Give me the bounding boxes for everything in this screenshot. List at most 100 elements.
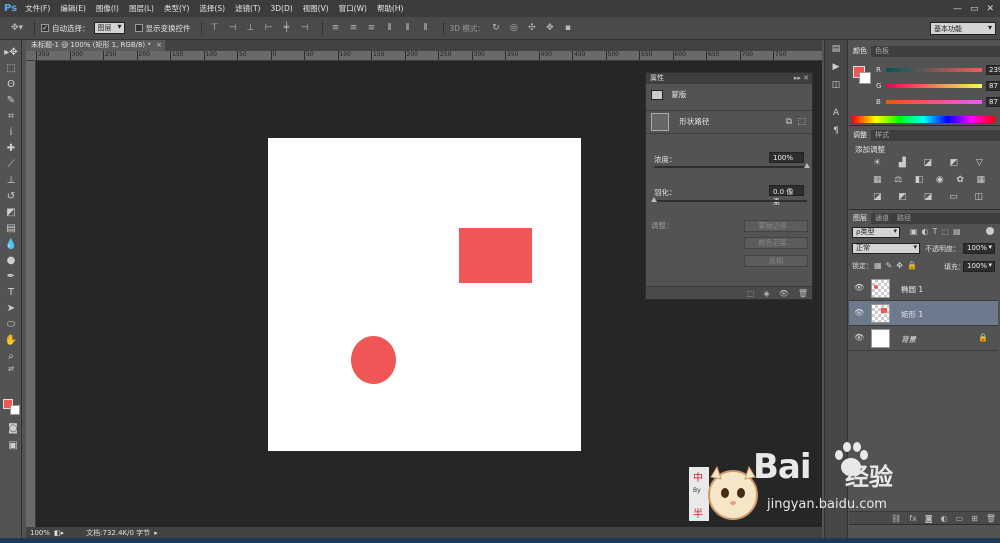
distribute-left-icon[interactable]: ⦀: [383, 22, 397, 34]
color-spectrum[interactable]: [852, 116, 995, 123]
character-panel-icon[interactable]: A: [828, 108, 844, 122]
3d-roll-icon[interactable]: ◎: [507, 22, 521, 34]
blue-input[interactable]: 87: [986, 97, 1000, 107]
feather-slider-handle[interactable]: [651, 197, 657, 202]
posterize-icon[interactable]: ◩: [898, 192, 907, 202]
blue-slider[interactable]: [886, 100, 982, 104]
tab-layers[interactable]: 图层: [849, 213, 871, 224]
document-canvas[interactable]: [268, 138, 581, 451]
hue-saturation-icon[interactable]: ▦: [873, 175, 882, 185]
menu-view[interactable]: 视图(V): [303, 3, 329, 14]
status-menu-icon[interactable]: ◧▸: [54, 529, 64, 537]
eyedropper-tool-icon[interactable]: ⅰ: [2, 124, 20, 140]
color-range-button[interactable]: 颜色范围…: [744, 237, 808, 249]
layer-filter-dropdown[interactable]: ρ类型: [852, 227, 900, 238]
ellipse-shape[interactable]: [351, 336, 396, 384]
curves-icon[interactable]: ◪: [924, 158, 933, 168]
align-top-icon[interactable]: ⊤: [208, 22, 222, 34]
quick-select-tool-icon[interactable]: ✎: [2, 92, 20, 108]
invert-adjust-icon[interactable]: ◪: [873, 192, 882, 202]
menu-type[interactable]: 类型(Y): [164, 3, 189, 14]
add-vector-mask-icon[interactable]: ⬚: [797, 117, 806, 127]
vector-mask-thumbnail[interactable]: [651, 113, 669, 131]
black-white-icon[interactable]: ◧: [915, 175, 924, 185]
menu-file[interactable]: 文件(F): [25, 3, 50, 14]
visibility-eye-icon[interactable]: 👁: [854, 283, 864, 292]
mask-edge-button[interactable]: 蒙版边缘…: [744, 220, 808, 232]
filter-toggle-icon[interactable]: [986, 227, 994, 235]
document-close-icon[interactable]: ×: [156, 40, 162, 51]
paragraph-panel-icon[interactable]: ¶: [828, 126, 844, 140]
3d-drag-icon[interactable]: ✣: [525, 22, 539, 34]
apply-mask-icon[interactable]: ◈: [764, 289, 770, 298]
brush-tool-icon[interactable]: ⟋: [2, 156, 20, 172]
exposure-icon[interactable]: ◩: [950, 158, 959, 168]
auto-select-checkbox[interactable]: ✓: [41, 24, 49, 32]
fill-input[interactable]: 100%: [963, 261, 995, 272]
align-vcenter-icon[interactable]: ⊣: [226, 22, 240, 34]
color-lookup-icon[interactable]: ▦: [976, 175, 985, 185]
history-panel-icon[interactable]: ▤: [828, 44, 844, 58]
green-input[interactable]: 87: [986, 81, 1000, 91]
marquee-tool-icon[interactable]: ⬚: [2, 60, 20, 76]
photo-filter-icon[interactable]: ◉: [936, 175, 944, 185]
menu-edit[interactable]: 编辑(E): [60, 3, 86, 14]
pen-tool-icon[interactable]: ✒: [2, 268, 20, 284]
hand-tool-icon[interactable]: ✋: [2, 332, 20, 348]
color-background-swatch[interactable]: [859, 72, 871, 84]
eraser-tool-icon[interactable]: ◩: [2, 204, 20, 220]
layer-name[interactable]: 背景: [901, 334, 916, 345]
close-button[interactable]: ✕: [986, 4, 994, 14]
screen-mode-icon[interactable]: ▣: [4, 437, 22, 453]
invert-button[interactable]: 反相: [744, 255, 808, 267]
distribute-right-icon[interactable]: ⦀: [419, 22, 433, 34]
maximize-button[interactable]: ▭: [970, 4, 979, 14]
load-selection-icon[interactable]: ⬚: [747, 289, 755, 298]
status-arrow-icon[interactable]: ▸: [154, 529, 158, 537]
vibrance-icon[interactable]: ▽: [976, 158, 983, 168]
tab-channels[interactable]: 通道: [871, 213, 893, 224]
blur-tool-icon[interactable]: 💧: [2, 236, 20, 252]
type-tool-icon[interactable]: T: [2, 284, 20, 300]
tab-paths[interactable]: 路径: [893, 213, 915, 224]
align-hcenter-icon[interactable]: ╪: [280, 22, 294, 34]
green-slider[interactable]: [886, 84, 982, 88]
move-tool-icon[interactable]: ▸✥: [2, 44, 20, 60]
align-right-icon[interactable]: ⊣: [298, 22, 312, 34]
history-brush-tool-icon[interactable]: ↺: [2, 188, 20, 204]
menu-filter[interactable]: 滤镜(T): [235, 3, 260, 14]
clone-stamp-tool-icon[interactable]: ⊥: [2, 172, 20, 188]
blend-mode-dropdown[interactable]: 正常: [852, 243, 920, 254]
layer-name[interactable]: 矩形 1: [901, 309, 923, 320]
layer-row[interactable]: 👁 背景 🔒: [849, 326, 998, 351]
new-layer-icon[interactable]: ⊞: [971, 514, 978, 523]
gradient-tool-icon[interactable]: ▤: [2, 220, 20, 236]
color-balance-icon[interactable]: ⚖: [894, 175, 902, 185]
3d-slide-icon[interactable]: ✥: [543, 22, 557, 34]
selective-color-icon[interactable]: ◫: [974, 192, 983, 202]
menu-window[interactable]: 窗口(W): [339, 3, 367, 14]
align-left-icon[interactable]: ⊢: [262, 22, 276, 34]
panel-collapse-icon[interactable]: ▸▸ ✕: [794, 73, 809, 84]
new-group-icon[interactable]: ▭: [956, 514, 964, 523]
levels-icon[interactable]: ▟: [899, 158, 906, 168]
properties-panel-icon[interactable]: ◫: [828, 80, 844, 94]
gradient-map-icon[interactable]: ▭: [949, 192, 958, 202]
swap-colors-icon[interactable]: ⇄: [2, 364, 20, 374]
layer-row-selected[interactable]: 👁 矩形 1: [849, 301, 998, 326]
toggle-mask-visibility-icon[interactable]: 👁: [779, 289, 789, 298]
quick-mask-icon[interactable]: ◙: [4, 420, 22, 436]
threshold-icon[interactable]: ◪: [924, 192, 933, 202]
visibility-eye-icon[interactable]: 👁: [854, 333, 864, 342]
zoom-level[interactable]: 100%: [30, 529, 50, 537]
ellipse-tool-icon[interactable]: ⬭: [2, 316, 20, 332]
zoom-tool-icon[interactable]: ⌕: [2, 348, 20, 364]
feather-input[interactable]: 0.0 像素: [769, 185, 804, 206]
density-input[interactable]: 100%: [769, 152, 804, 163]
opacity-input[interactable]: 100%: [963, 243, 995, 254]
distribute-vcenter-icon[interactable]: ≡: [347, 22, 361, 34]
add-pixel-mask-icon[interactable]: ⧉: [786, 117, 792, 127]
actions-panel-icon[interactable]: ▶: [828, 62, 844, 76]
tab-swatches[interactable]: 色板: [871, 46, 893, 57]
distribute-top-icon[interactable]: ≡: [329, 22, 343, 34]
